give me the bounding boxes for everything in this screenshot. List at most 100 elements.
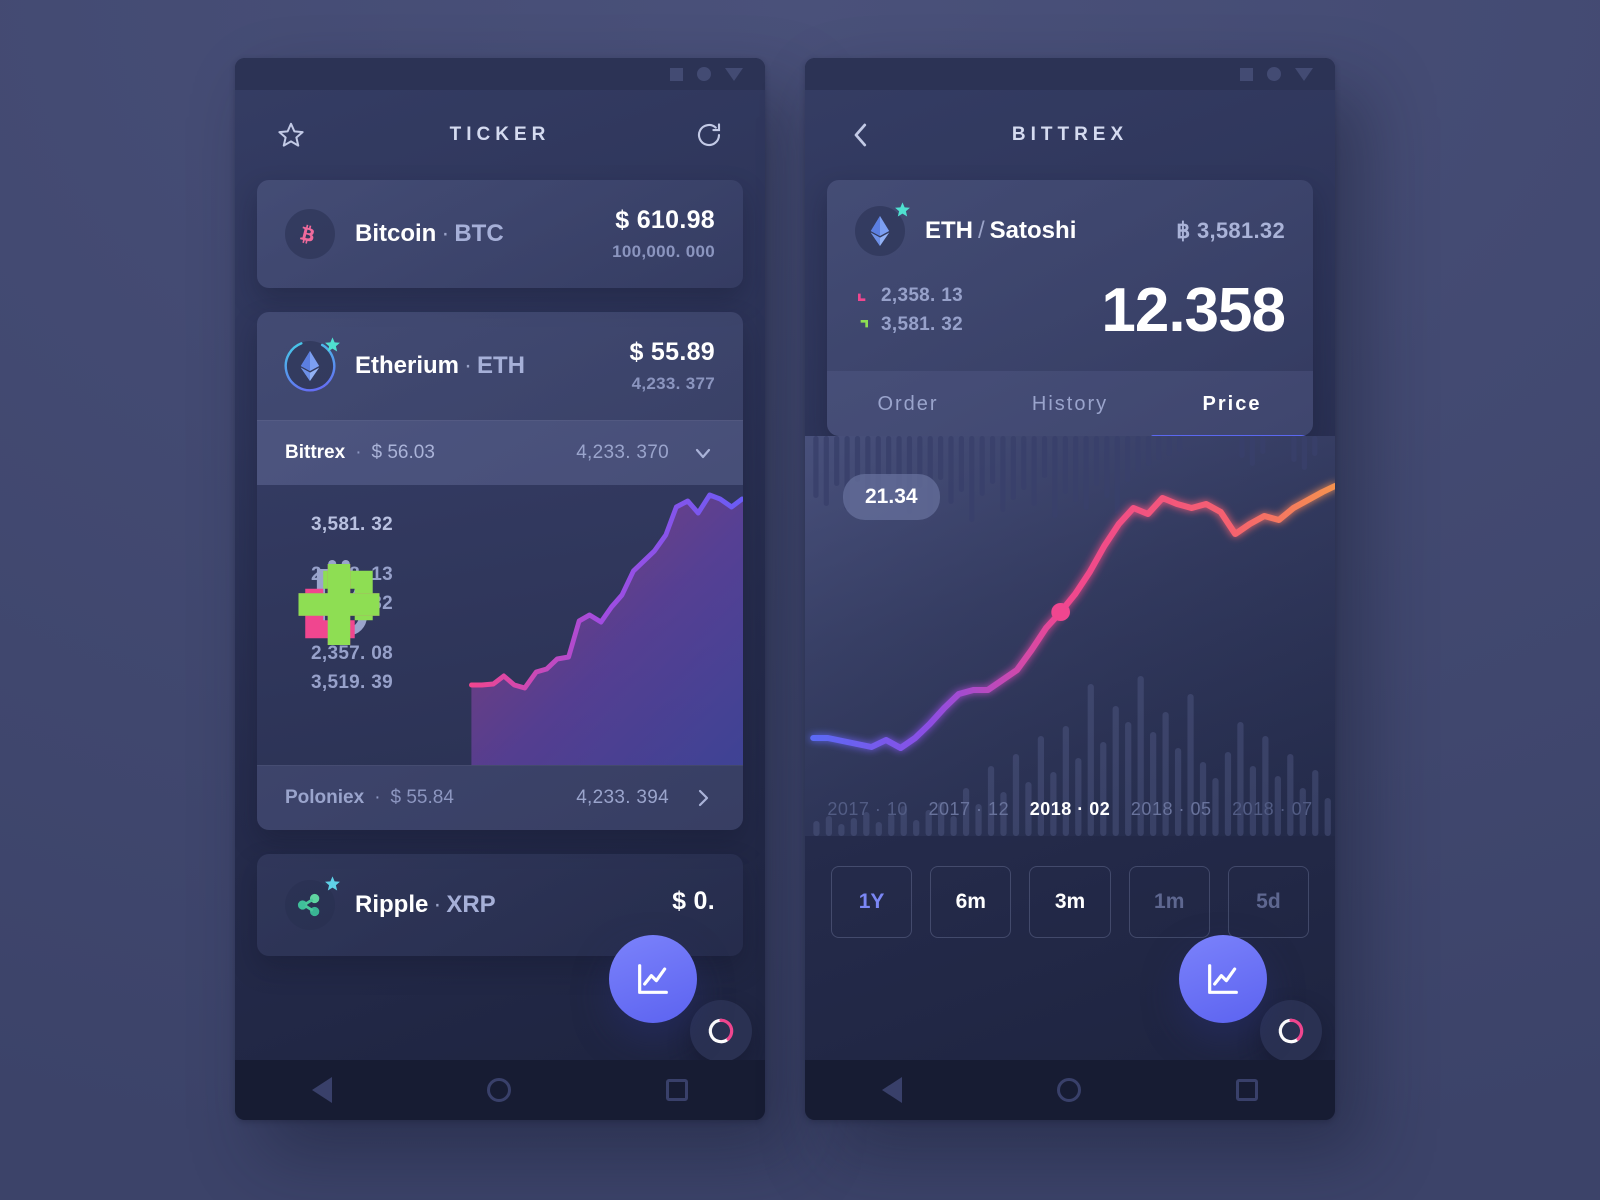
phone-left: TICKER Bitcoin · BTC $ 610.98 100,000. 0… <box>235 58 765 1120</box>
chart-x-axis: 2017 · 10 2017 · 12 2018 · 02 2018 · 05 … <box>805 799 1335 820</box>
range-1y[interactable]: 1Y <box>831 865 913 938</box>
status-bar-right <box>805 58 1335 90</box>
coin-row: Bitcoin · BTC $ 610.98 100,000. 000 <box>257 180 743 288</box>
chart-fab-button[interactable] <box>1179 935 1267 1023</box>
pair-separator: / <box>978 217 985 244</box>
exchange-name: Poloniex <box>285 787 365 808</box>
x-axis-label: 2017 · 12 <box>928 798 1010 819</box>
x-axis-label: 2018 · 02 <box>1029 798 1111 819</box>
coin-fullname: Ripple <box>355 891 429 918</box>
chevron-down-icon[interactable] <box>691 441 715 465</box>
exchange-separator: · <box>355 442 362 463</box>
exchange-row-poloniex[interactable]: Poloniex · $ 55.84 4,233. 394 <box>257 765 743 830</box>
price-history-chart: 21.34 2017 · 10 2017 · 12 2018 · 02 2018… <box>805 435 1335 836</box>
exchange-price: $ 56.03 <box>371 442 435 463</box>
coin-price-block: $ 55.89 4,233. 377 <box>629 338 715 394</box>
exchange-separator: · <box>374 787 381 808</box>
pair-btc-block: ฿ 3,581.32 <box>1176 218 1285 244</box>
appbar-spacer <box>1259 115 1299 155</box>
bitcoin-icon <box>285 209 335 259</box>
range-6m[interactable]: 6m <box>930 865 1012 938</box>
donut-fab-button[interactable] <box>1260 1000 1322 1060</box>
star-badge-icon <box>894 201 911 221</box>
donut-chart-icon <box>708 1018 734 1044</box>
chevron-left-icon[interactable] <box>841 115 881 155</box>
coin-card-etherium[interactable]: Etherium · ETH $ 55.89 4,233. 377 Bittrex … <box>257 312 743 830</box>
x-axis-label: 2017 · 10 <box>827 798 908 819</box>
coin-price-block: $ 610.98 100,000. 000 <box>612 206 715 262</box>
line-chart-icon <box>1208 964 1238 994</box>
refresh-icon[interactable] <box>689 115 729 155</box>
home-circle-icon[interactable] <box>486 1078 511 1102</box>
star-outline-icon[interactable] <box>271 115 311 155</box>
page-title: BITTREX <box>1011 124 1129 145</box>
pair-stats-list: 2,358. 13 3,581. 32 <box>855 282 963 340</box>
range-1m[interactable]: 1m <box>1128 865 1210 938</box>
coin-volume: 100,000. 000 <box>612 242 715 261</box>
back-triangle-icon[interactable] <box>312 1077 333 1103</box>
price-tooltip-pill: 21.34 <box>843 473 940 520</box>
chart-fab-button[interactable] <box>609 935 697 1023</box>
ethereum-icon <box>855 202 910 256</box>
screen-right: BITTREX ETH / Satoshi ฿ 3,581.32 2,358. … <box>805 90 1335 1060</box>
screen-left: TICKER Bitcoin · BTC $ 610.98 100,000. 0… <box>235 90 765 1060</box>
square-icon <box>1240 67 1253 81</box>
donut-chart-icon <box>1278 1018 1304 1044</box>
etherium-stats-list: 3,581. 32 2,358. 13 3,581. 32 <box>285 511 393 698</box>
arrow-down-left-icon <box>855 288 881 304</box>
tab-bar: Order History Price <box>827 370 1313 436</box>
status-bar-left <box>235 58 765 90</box>
coin-name-etherium: Etherium · ETH <box>355 352 525 380</box>
ethereum-icon <box>284 337 340 392</box>
exchange-volume: 4,233. 394 <box>576 787 669 808</box>
coin-price: $ 610.98 <box>615 206 715 234</box>
chevron-right-icon[interactable] <box>691 786 715 810</box>
app-bar-right: BITTREX <box>805 90 1335 180</box>
x-axis-label: 2018 · 07 <box>1232 798 1313 819</box>
coin-separator: · <box>441 220 450 247</box>
btc-symbol-glyph: ฿ <box>1176 218 1191 243</box>
recents-square-icon[interactable] <box>665 1079 688 1101</box>
recents-square-icon[interactable] <box>1235 1079 1258 1101</box>
phone-right: BITTREX ETH / Satoshi ฿ 3,581.32 2,358. … <box>805 58 1335 1120</box>
triangle-down-icon <box>725 67 743 81</box>
coin-fullname: Bitcoin <box>355 220 437 247</box>
coin-symbol: BTC <box>454 220 504 247</box>
coin-name-bitcoin: Bitcoin · BTC <box>355 220 504 248</box>
exchange-row-bittrex[interactable]: Bittrex · $ 56.03 4,233. 370 <box>257 420 743 485</box>
coin-card-bitcoin[interactable]: Bitcoin · BTC $ 610.98 100,000. 000 <box>257 180 743 288</box>
arrow-up-right-icon <box>855 317 881 333</box>
range-3m[interactable]: 3m <box>1029 865 1111 938</box>
pair-quote: Satoshi <box>989 217 1077 244</box>
square-icon <box>670 67 683 81</box>
exchange-volume: 4,233. 370 <box>576 442 669 463</box>
stat-value: 2,358. 13 <box>881 285 963 306</box>
pair-btc-value: ฿ 3,581.32 <box>1176 218 1285 244</box>
star-badge-icon <box>324 875 341 895</box>
coin-symbol: ETH <box>477 352 526 379</box>
app-bar-left: TICKER <box>235 90 765 180</box>
tab-price[interactable]: Price <box>1151 371 1313 436</box>
coin-symbol: XRP <box>446 891 496 918</box>
x-axis-label: 2018 · 05 <box>1130 798 1212 819</box>
coin-price: $ 55.89 <box>629 338 715 366</box>
pair-big-value: 12.358 <box>1101 276 1286 345</box>
stat-row: 3,519. 39 <box>285 564 393 697</box>
stat-row: 3,581. 32 <box>855 311 963 339</box>
range-5d[interactable]: 5d <box>1227 865 1310 938</box>
btc-amount: 3,581.32 <box>1196 218 1285 243</box>
ripple-icon <box>285 876 340 930</box>
coin-volume: 4,233. 377 <box>631 374 715 393</box>
tab-history[interactable]: History <box>989 371 1151 436</box>
pair-card: ETH / Satoshi ฿ 3,581.32 2,358. 13 3,581… <box>827 180 1313 436</box>
home-circle-icon[interactable] <box>1056 1078 1081 1102</box>
donut-fab-button[interactable] <box>690 1000 752 1060</box>
stat-value: 3,581. 32 <box>881 314 963 335</box>
line-chart-icon <box>638 964 668 994</box>
pair-base: ETH <box>925 217 973 244</box>
back-triangle-icon[interactable] <box>882 1077 903 1103</box>
tab-order[interactable]: Order <box>827 371 989 436</box>
exchange-price: $ 55.84 <box>390 787 454 808</box>
coin-separator: · <box>464 352 473 379</box>
pair-stats-and-value: 2,358. 13 3,581. 32 12.358 <box>827 276 1313 371</box>
